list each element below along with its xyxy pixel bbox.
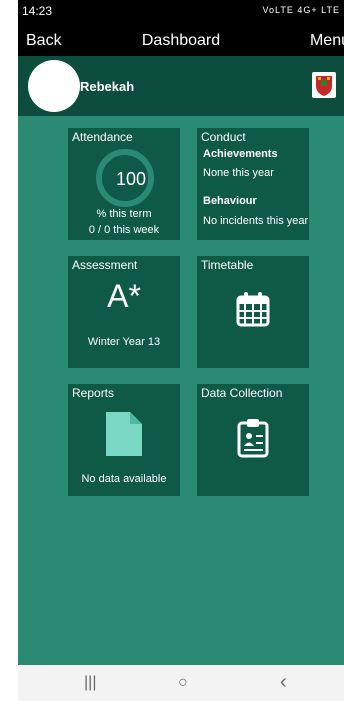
menu-button[interactable]: Menu: [310, 32, 344, 50]
reports-title: Reports: [72, 386, 115, 400]
top-navbar: Back Dashboard Menu: [18, 24, 344, 56]
home-button[interactable]: ○: [178, 674, 188, 692]
attendance-tile[interactable]: Attendance 100 % this term 0 / 0 this we…: [68, 128, 180, 240]
attendance-ring: 100: [96, 149, 154, 207]
timetable-tile[interactable]: Timetable: [197, 256, 309, 368]
behaviour-label: Behaviour: [203, 195, 257, 207]
data-collection-tile[interactable]: Data Collection: [197, 384, 309, 496]
conduct-tile[interactable]: Conduct Achievements None this year Beha…: [197, 128, 309, 240]
assessment-title: Assessment: [72, 258, 138, 272]
recents-button[interactable]: |||: [84, 674, 96, 692]
assessment-subtitle: Winter Year 13: [87, 336, 161, 348]
avatar[interactable]: [28, 60, 80, 112]
clipboard-icon: [197, 418, 309, 463]
achievements-value: None this year: [203, 167, 274, 179]
attendance-week: 0 / 0 this week: [88, 224, 160, 236]
achievements-label: Achievements: [203, 148, 278, 160]
data-collection-title: Data Collection: [201, 386, 283, 400]
school-crest-icon[interactable]: [312, 72, 336, 98]
status-bar: 14:23 VoLTE 4G+ LTE: [18, 0, 344, 24]
conduct-title: Conduct: [201, 130, 246, 144]
reports-status: No data available: [81, 473, 167, 485]
user-header: Rebekah: [18, 56, 344, 116]
attendance-term: % this term: [96, 208, 152, 220]
status-icons: VoLTE 4G+ LTE: [262, 5, 340, 15]
attendance-value: 100: [115, 169, 147, 189]
document-icon: [68, 412, 180, 461]
phone-screen: 14:23 VoLTE 4G+ LTE Back Dashboard Menu …: [18, 0, 344, 701]
attendance-title: Attendance: [72, 130, 133, 144]
reports-tile[interactable]: Reports No data available: [68, 384, 180, 496]
assessment-grade: A*: [107, 278, 141, 314]
system-navigation-bar: ||| ○ ‹: [18, 665, 344, 701]
timetable-title: Timetable: [201, 258, 254, 272]
page-title: Dashboard: [141, 32, 221, 49]
status-time: 14:23: [22, 4, 53, 18]
assessment-tile[interactable]: Assessment A* Winter Year 13: [68, 256, 180, 368]
system-back-button[interactable]: ‹: [280, 671, 287, 694]
behaviour-value: No incidents this year: [203, 215, 309, 227]
calendar-icon: [197, 290, 309, 333]
user-name: Rebekah: [80, 79, 135, 94]
